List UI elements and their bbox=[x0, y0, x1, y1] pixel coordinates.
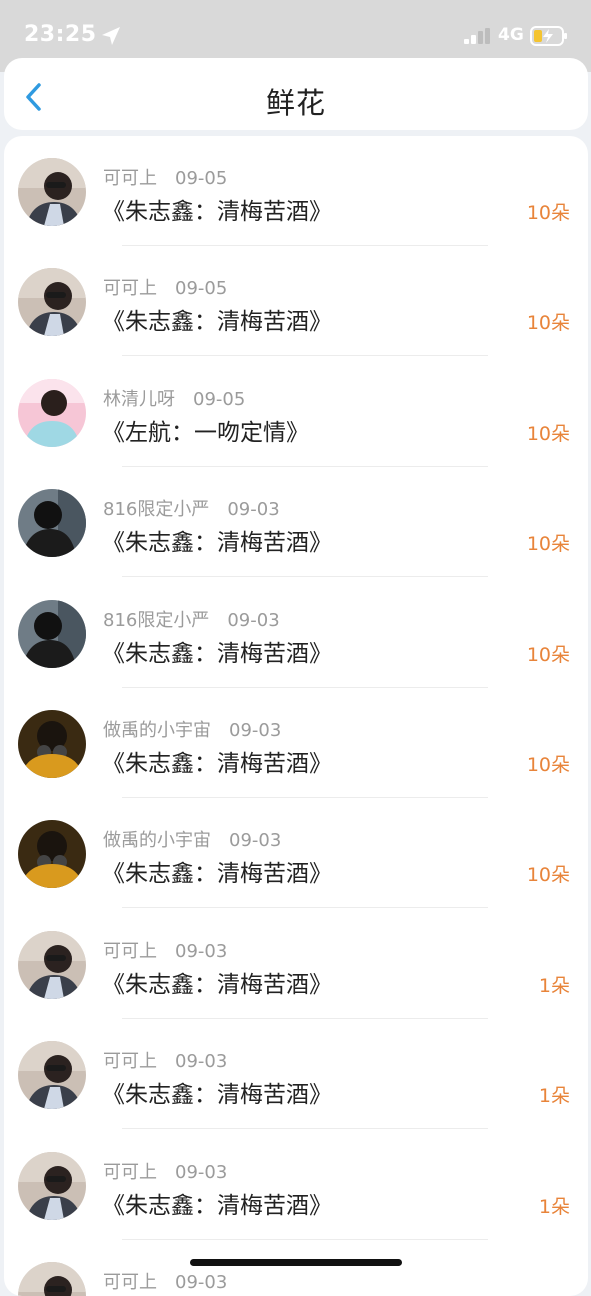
gift-meta: 816限定小严 09-03 bbox=[103, 495, 280, 521]
gift-date: 09-03 bbox=[175, 1272, 228, 1293]
gift-list-item[interactable]: 816限定小严 09-03 《朱志鑫：清梅苦酒》 10朵 bbox=[4, 578, 588, 688]
sender-name: 做禹的小宇宙 bbox=[103, 830, 211, 852]
gift-date: 09-03 bbox=[227, 499, 280, 521]
battery-charging-icon bbox=[530, 26, 567, 46]
book-title: 《朱志鑫：清梅苦酒》 bbox=[102, 861, 332, 888]
page-title: 鲜花 bbox=[265, 86, 326, 120]
flower-quantity: 10朵 bbox=[526, 864, 570, 887]
user-avatar[interactable] bbox=[18, 1151, 86, 1220]
flower-quantity: 10朵 bbox=[526, 643, 570, 666]
gift-list-item[interactable]: 可可上 09-03 《朱志鑫：清梅苦酒》 1朵 bbox=[4, 909, 588, 1019]
flower-quantity: 10朵 bbox=[526, 422, 570, 445]
sender-name: 可可上 bbox=[103, 940, 157, 962]
location-arrow-icon bbox=[102, 27, 120, 45]
user-avatar[interactable] bbox=[18, 1041, 86, 1110]
gift-date: 09-03 bbox=[229, 720, 282, 741]
sender-name: 可可上 bbox=[103, 1161, 157, 1183]
network-type: 4G bbox=[498, 25, 524, 45]
gift-meta: 可可上 09-03 bbox=[103, 937, 227, 963]
gift-list-item[interactable]: 可可上 09-03 bbox=[4, 1240, 588, 1296]
gift-date: 09-03 bbox=[227, 609, 280, 631]
book-title: 《左航：一吻定情》 bbox=[102, 419, 309, 446]
sender-name: 做禹的小宇宙 bbox=[103, 720, 211, 741]
user-avatar[interactable] bbox=[18, 158, 86, 226]
gift-date: 09-05 bbox=[175, 168, 228, 189]
user-avatar[interactable] bbox=[18, 1262, 86, 1296]
book-title: 《朱志鑫：清梅苦酒》 bbox=[102, 1192, 332, 1219]
sender-name: 可可上 bbox=[103, 278, 157, 300]
gift-date: 09-05 bbox=[193, 388, 246, 410]
sender-name: 林清儿呀 bbox=[103, 388, 175, 410]
gift-date: 09-05 bbox=[175, 278, 228, 300]
sender-name: 可可上 bbox=[103, 1272, 157, 1293]
flower-quantity: 10朵 bbox=[526, 754, 570, 776]
gift-meta: 816限定小严 09-03 bbox=[103, 606, 280, 632]
sender-name: 可可上 bbox=[103, 1051, 157, 1073]
gift-meta: 做禹的小宇宙 09-03 bbox=[103, 716, 281, 742]
flower-quantity: 1朵 bbox=[538, 1195, 570, 1218]
gift-list-item[interactable]: 可可上 09-05 《朱志鑫：清梅苦酒》 10朵 bbox=[4, 136, 588, 246]
book-title: 《朱志鑫：清梅苦酒》 bbox=[102, 1082, 332, 1109]
signal-strength-icon bbox=[464, 28, 490, 44]
flower-quantity: 1朵 bbox=[538, 974, 570, 997]
gift-list-item[interactable]: 可可上 09-05 《朱志鑫：清梅苦酒》 10朵 bbox=[4, 246, 588, 357]
flower-gift-list[interactable]: 可可上 09-05 《朱志鑫：清梅苦酒》 10朵 可可上 09-05 《朱志鑫：清梅苦酒》 1… bbox=[4, 136, 588, 1296]
gift-list-item[interactable]: 做禹的小宇宙 09-03 《朱志鑫：清梅苦酒》 10朵 bbox=[4, 688, 588, 798]
gift-meta: 可可上 09-05 bbox=[103, 274, 227, 300]
gift-meta: 可可上 09-03 bbox=[103, 1158, 227, 1184]
gift-meta: 做禹的小宇宙 09-03 bbox=[103, 826, 281, 852]
gift-date: 09-03 bbox=[175, 1161, 228, 1183]
user-avatar[interactable] bbox=[18, 489, 86, 558]
user-avatar[interactable] bbox=[18, 268, 86, 337]
navigation-bar: 鲜花 bbox=[4, 58, 588, 130]
gift-meta: 林清儿呀 09-05 bbox=[103, 385, 245, 411]
gift-date: 09-03 bbox=[175, 1051, 228, 1073]
status-time: 23:25 bbox=[24, 22, 97, 47]
book-title: 《朱志鑫：清梅苦酒》 bbox=[102, 199, 332, 225]
flower-quantity: 1朵 bbox=[538, 1085, 570, 1108]
flower-quantity: 10朵 bbox=[526, 533, 570, 556]
sender-name: 816限定小严 bbox=[103, 499, 210, 521]
book-title: 《朱志鑫：清梅苦酒》 bbox=[102, 309, 332, 336]
flower-quantity: 10朵 bbox=[526, 312, 570, 335]
gift-list-item[interactable]: 做禹的小宇宙 09-03 《朱志鑫：清梅苦酒》 10朵 bbox=[4, 798, 588, 909]
user-avatar[interactable] bbox=[18, 930, 86, 999]
book-title: 《朱志鑫：清梅苦酒》 bbox=[102, 640, 332, 667]
book-title: 《朱志鑫：清梅苦酒》 bbox=[102, 971, 332, 998]
gift-list-item[interactable]: 可可上 09-03 《朱志鑫：清梅苦酒》 1朵 bbox=[4, 1130, 588, 1240]
book-title: 《朱志鑫：清梅苦酒》 bbox=[102, 751, 332, 777]
gift-list-item[interactable]: 816限定小严 09-03 《朱志鑫：清梅苦酒》 10朵 bbox=[4, 467, 588, 578]
gift-meta: 可可上 09-03 bbox=[103, 1268, 227, 1294]
gift-list-item[interactable]: 林清儿呀 09-05 《左航：一吻定情》 10朵 bbox=[4, 357, 588, 467]
user-avatar[interactable] bbox=[18, 820, 86, 889]
home-indicator bbox=[190, 1259, 402, 1266]
gift-meta: 可可上 09-05 bbox=[103, 164, 227, 190]
sender-name: 816限定小严 bbox=[103, 609, 210, 631]
user-avatar[interactable] bbox=[18, 378, 86, 447]
sender-name: 可可上 bbox=[103, 168, 157, 189]
gift-meta: 可可上 09-03 bbox=[103, 1047, 227, 1073]
gift-date: 09-03 bbox=[175, 940, 228, 962]
gift-date: 09-03 bbox=[229, 830, 282, 852]
gift-list-item[interactable]: 可可上 09-03 《朱志鑫：清梅苦酒》 1朵 bbox=[4, 1019, 588, 1130]
flower-quantity: 10朵 bbox=[526, 202, 570, 224]
user-avatar[interactable] bbox=[18, 599, 86, 668]
user-avatar[interactable] bbox=[18, 710, 86, 778]
book-title: 《朱志鑫：清梅苦酒》 bbox=[102, 530, 332, 557]
